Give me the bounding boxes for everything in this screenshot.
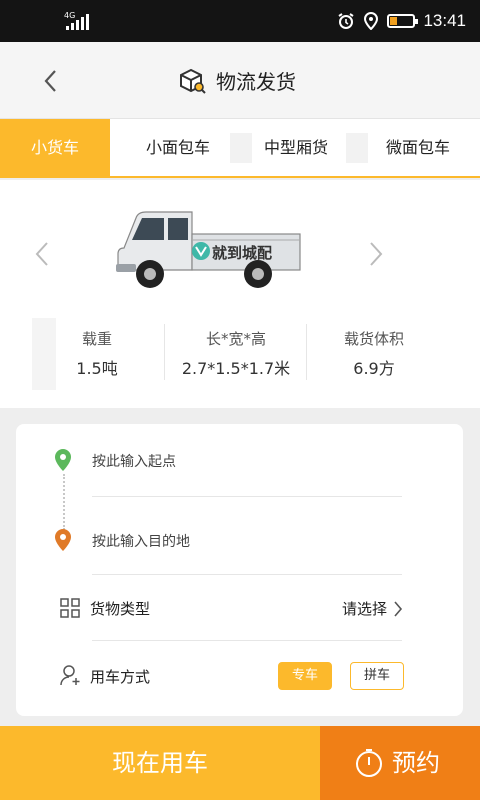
- tab-mini-van[interactable]: 微面包车: [372, 119, 464, 177]
- dedicated-car-option[interactable]: 专车: [278, 662, 332, 690]
- nav-header: 物流发货: [0, 42, 480, 118]
- grid-icon: [60, 598, 80, 618]
- use-car-now-button[interactable]: 现在用车: [0, 726, 320, 800]
- spec-volume-value: 6.9方: [353, 359, 395, 378]
- vehicle-specs: 载重 1.5吨 长*宽*高 2.7*1.5*1.7米 载货体积 6.9方: [0, 318, 480, 390]
- book-button[interactable]: 预约: [320, 726, 480, 800]
- carpool-option[interactable]: 拼车: [350, 662, 404, 690]
- spec-volume: 载货体积 6.9方: [320, 328, 428, 379]
- alarm-icon: [338, 13, 355, 29]
- spec-shade: [32, 318, 56, 390]
- tab-divider: [230, 133, 252, 163]
- divider: [92, 640, 402, 641]
- network-type: 4G: [64, 11, 76, 20]
- tab-small-van[interactable]: 小面包车: [132, 119, 224, 177]
- vehicle-tabs: 小货车 小面包车 中型厢货 微面包车: [0, 118, 480, 178]
- spec-load: 载重 1.5吨: [62, 328, 132, 379]
- spec-dimensions-label: 长*宽*高: [205, 330, 266, 348]
- tab-medium-box-truck[interactable]: 中型厢货: [252, 119, 340, 177]
- truck-brand-text: 就到城配: [212, 244, 273, 262]
- add-user-icon: [60, 665, 80, 686]
- truck-image: 就到城配: [112, 204, 308, 296]
- usage-mode-label: 用车方式: [90, 668, 151, 686]
- spec-divider: [306, 324, 307, 380]
- battery-icon: [387, 14, 419, 28]
- timer-icon: [356, 749, 382, 777]
- cargo-type-row[interactable]: 货物类型 请选择: [16, 588, 463, 640]
- spec-dimensions: 长*宽*高 2.7*1.5*1.7米: [168, 328, 304, 379]
- spec-dimensions-value: 2.7*1.5*1.7米: [181, 359, 291, 378]
- chevron-right-icon: [394, 601, 403, 617]
- destination-pin-icon: [55, 529, 71, 551]
- spec-load-label: 载重: [81, 330, 112, 348]
- next-vehicle-arrow-icon[interactable]: [366, 240, 386, 268]
- spec-load-value: 1.5吨: [76, 359, 118, 378]
- signal-icon: 4G: [64, 11, 89, 30]
- status-bar: 4G 13:41: [0, 0, 480, 42]
- package-search-icon: [180, 68, 206, 94]
- vehicle-panel: 就到城配 载重 1.5吨 长*宽*高 2.7*1.5*1.7米 载货体积 6.9…: [0, 180, 480, 408]
- bottom-actions: 现在用车 预约: [0, 726, 480, 800]
- order-form-card: 按此输入起点 按此输入目的地 货物类型 请选择 用车方式 专车 拼车: [16, 424, 463, 716]
- start-location-pin-icon: [55, 449, 71, 471]
- usage-mode-row: 用车方式 专车 拼车: [16, 658, 463, 702]
- clock-time: 13:41: [423, 11, 466, 30]
- start-point-input[interactable]: 按此输入起点: [92, 451, 176, 471]
- back-arrow-icon[interactable]: [40, 66, 62, 96]
- spec-divider: [164, 324, 165, 380]
- prev-vehicle-arrow-icon[interactable]: [32, 240, 52, 268]
- spec-volume-label: 载货体积: [343, 330, 404, 348]
- location-icon: [364, 12, 379, 30]
- tab-divider: [346, 133, 368, 163]
- cargo-type-label: 货物类型: [90, 600, 151, 618]
- destination-input[interactable]: 按此输入目的地: [92, 531, 190, 551]
- page-title: 物流发货: [216, 70, 296, 94]
- divider: [92, 496, 402, 497]
- divider: [92, 574, 402, 575]
- tab-small-truck[interactable]: 小货车: [0, 119, 110, 177]
- book-label: 预约: [392, 749, 440, 777]
- cargo-type-select[interactable]: 请选择: [342, 598, 387, 619]
- route-connector: [63, 474, 65, 530]
